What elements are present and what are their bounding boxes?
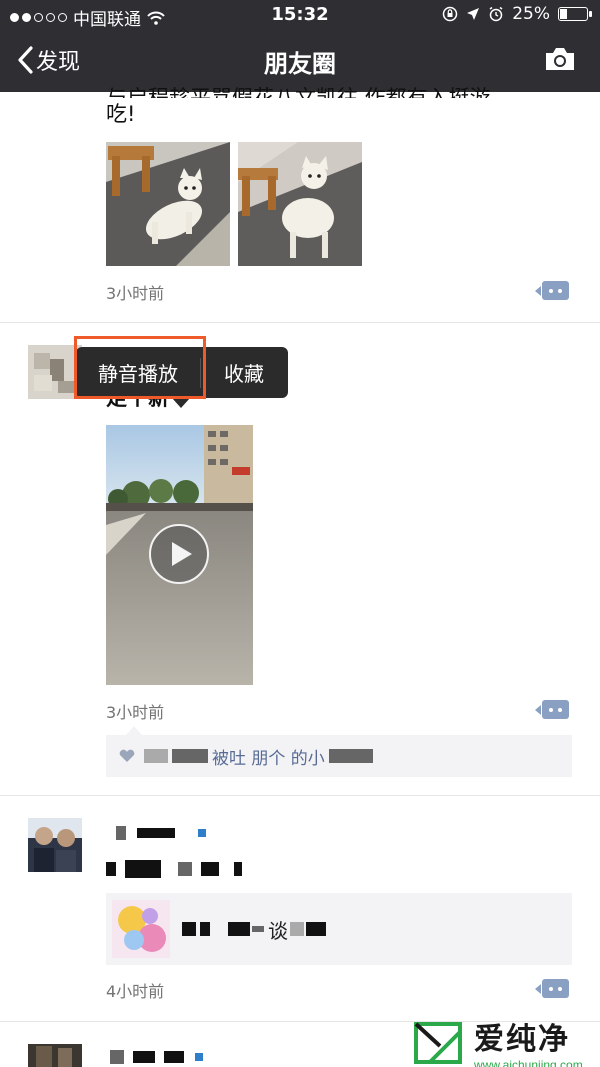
- watermark-url: www.aichunjing.com: [474, 1058, 583, 1067]
- post2-comment-button[interactable]: [535, 700, 569, 719]
- post3-username[interactable]: [116, 822, 207, 841]
- post1-text-cut: 与启程趁平骂假花八文凯往 作都有入挺游: [106, 86, 491, 98]
- heart-icon: [119, 749, 135, 762]
- status-bar: 中国联通 15:32 25%: [0, 0, 600, 30]
- watermark: 爱纯净 www.aichunjing.com: [410, 1014, 583, 1067]
- blurred-name: [144, 749, 168, 763]
- mute-play-menu-item[interactable]: 静音播放: [76, 347, 200, 398]
- post3-time: 4小时前: [106, 982, 165, 1001]
- alarm-icon: [489, 6, 503, 22]
- post3-avatar[interactable]: [28, 818, 82, 872]
- watermark-brand: 爱纯净: [474, 1022, 570, 1057]
- post1-photo-1[interactable]: [106, 142, 230, 266]
- camera-button[interactable]: [544, 46, 576, 76]
- divider: [0, 795, 600, 796]
- page-title: 朋友圈: [264, 50, 336, 78]
- post2-avatar[interactable]: [28, 345, 82, 399]
- post3-comment-button[interactable]: [535, 979, 569, 998]
- battery-icon: [558, 7, 592, 21]
- post2-comment-area[interactable]: 被吐 朋个 的小: [106, 726, 572, 777]
- post1-text: 吃!: [106, 102, 136, 126]
- link-thumbnail: [112, 900, 170, 958]
- post3-shared-link[interactable]: 谈: [106, 893, 572, 965]
- post2-comment-text: 被吐 朋个 的小: [212, 748, 325, 769]
- rotation-lock-icon: [442, 6, 458, 22]
- link-title: 谈: [182, 915, 326, 944]
- post2-video-thumbnail[interactable]: [106, 425, 253, 685]
- battery-percent: 25%: [512, 4, 550, 24]
- post4-avatar[interactable]: [28, 1044, 82, 1067]
- post3-text-blurred: [106, 858, 243, 878]
- blurred-name: [328, 749, 373, 763]
- location-icon: [467, 8, 480, 20]
- moments-screen: 中国联通 15:32 25% 发现 朋友圈 与启程趁平骂假花八文凯往 作都有入挺…: [0, 0, 600, 1067]
- divider: [0, 322, 600, 323]
- post2-time: 3小时前: [106, 703, 165, 722]
- blurred-name: [172, 749, 208, 763]
- video-action-popup: 静音播放 收藏: [76, 347, 288, 408]
- post1-photo-2[interactable]: [238, 142, 362, 266]
- brand-logo-icon: [414, 1022, 462, 1064]
- post4-username[interactable]: [110, 1046, 204, 1065]
- nav-bar: 发现 朋友圈: [0, 30, 600, 92]
- post1-time: 3小时前: [106, 284, 165, 303]
- status-icons: 25%: [442, 4, 592, 24]
- camera-icon: [546, 48, 574, 70]
- post1-comment-button[interactable]: [535, 281, 569, 300]
- favorite-menu-item[interactable]: 收藏: [201, 347, 287, 398]
